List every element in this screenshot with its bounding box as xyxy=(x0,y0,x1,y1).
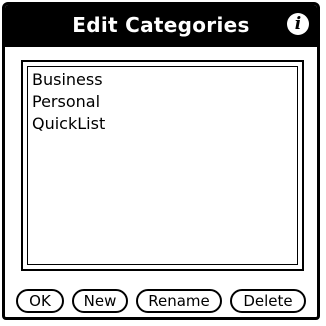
delete-button[interactable]: Delete xyxy=(230,289,306,313)
dialog-title: Edit Categories xyxy=(72,13,250,37)
title-bar: Edit Categories i xyxy=(5,5,317,47)
button-row: OK New Rename Delete xyxy=(16,289,316,315)
new-button[interactable]: New xyxy=(72,289,128,313)
ok-button[interactable]: OK xyxy=(16,289,64,313)
category-list-frame: Business Personal QuickList xyxy=(27,66,298,265)
list-item[interactable]: QuickList xyxy=(32,113,105,135)
edit-categories-dialog: Edit Categories i Business Personal Quic… xyxy=(2,2,320,320)
rename-button[interactable]: Rename xyxy=(136,289,222,313)
info-icon[interactable]: i xyxy=(287,13,309,35)
list-item[interactable]: Personal xyxy=(32,91,100,113)
category-list[interactable]: Business Personal QuickList xyxy=(21,60,304,271)
list-item[interactable]: Business xyxy=(32,69,103,91)
